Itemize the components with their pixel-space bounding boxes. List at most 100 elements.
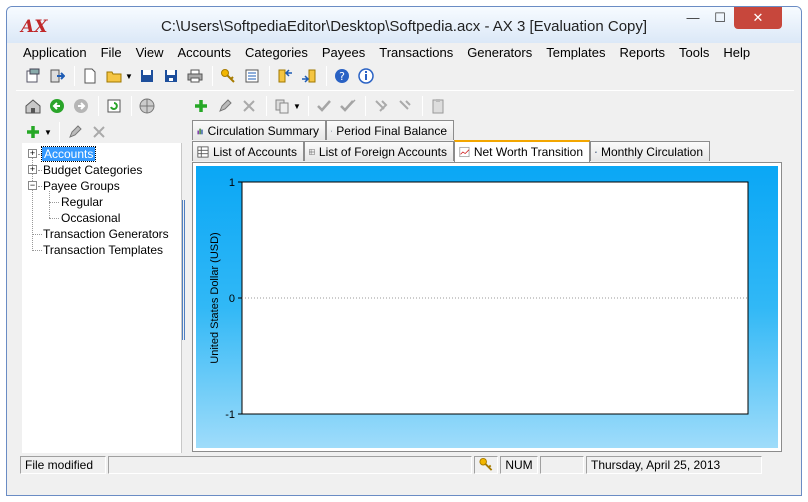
menu-file[interactable]: File bbox=[94, 43, 129, 62]
add-icon[interactable] bbox=[22, 121, 44, 143]
menu-reports[interactable]: Reports bbox=[612, 43, 672, 62]
double-check-icon[interactable] bbox=[337, 95, 359, 117]
menu-help[interactable]: Help bbox=[716, 43, 757, 62]
menu-transactions[interactable]: Transactions bbox=[372, 43, 460, 62]
svg-text:?: ? bbox=[339, 70, 345, 83]
back-arrow-icon[interactable] bbox=[46, 95, 68, 117]
menu-generators[interactable]: Generators bbox=[460, 43, 539, 62]
print-icon[interactable] bbox=[184, 65, 206, 87]
tree-item-label: Regular bbox=[61, 195, 104, 209]
help-icon[interactable]: ? bbox=[331, 65, 353, 87]
refresh-icon[interactable] bbox=[103, 95, 125, 117]
expand-toggle-icon[interactable]: + bbox=[28, 165, 37, 174]
list-icon[interactable] bbox=[241, 65, 263, 87]
tab-net-worth-transition[interactable]: Net Worth Transition bbox=[454, 140, 590, 162]
tab-label: Period Final Balance bbox=[336, 123, 447, 138]
tab-monthly-circulation[interactable]: Monthly Circulation bbox=[590, 141, 710, 161]
new-file-icon[interactable] bbox=[79, 65, 101, 87]
add-dropdown-arrow-icon[interactable]: ▼ bbox=[44, 128, 52, 137]
minimize-button[interactable]: — bbox=[679, 7, 707, 29]
y-tick-label: 0 bbox=[229, 293, 235, 305]
edit-icon[interactable] bbox=[214, 95, 236, 117]
export-icon[interactable] bbox=[298, 65, 320, 87]
delete-icon[interactable] bbox=[238, 95, 260, 117]
tab-label: List of Accounts bbox=[212, 144, 297, 159]
globe-icon[interactable] bbox=[136, 95, 158, 117]
toolbar-divider bbox=[16, 90, 794, 91]
unpin-icon[interactable] bbox=[394, 95, 416, 117]
tab-label: Net Worth Transition bbox=[473, 145, 583, 159]
tab-label: Circulation Summary bbox=[207, 123, 319, 138]
save-icon[interactable] bbox=[136, 65, 158, 87]
check-icon[interactable] bbox=[313, 95, 335, 117]
tab-list-of-accounts[interactable]: List of Accounts bbox=[192, 141, 304, 161]
save-as-icon[interactable] bbox=[160, 65, 182, 87]
toolbar-separator bbox=[58, 122, 60, 142]
delete-icon[interactable] bbox=[88, 121, 110, 143]
tree-item-label: Accounts bbox=[40, 146, 97, 162]
table-icon bbox=[309, 148, 315, 155]
tree-item-label: Transaction Generators bbox=[43, 227, 169, 241]
pin-icon[interactable] bbox=[370, 95, 392, 117]
info-icon[interactable] bbox=[355, 65, 377, 87]
tree-item-payee-groups[interactable]: Payee Groups bbox=[43, 179, 120, 194]
copy-dropdown-arrow-icon[interactable]: ▼ bbox=[293, 102, 301, 111]
status-date: Thursday, April 25, 2013 bbox=[586, 456, 762, 474]
menu-accounts[interactable]: Accounts bbox=[171, 43, 238, 62]
forward-arrow-icon[interactable] bbox=[70, 95, 92, 117]
edit-icon[interactable] bbox=[64, 121, 86, 143]
menu-tools[interactable]: Tools bbox=[672, 43, 716, 62]
tab-circulation-summary[interactable]: Circulation Summary bbox=[192, 120, 326, 140]
net-worth-chart[interactable]: United States Dollar (USD) 1 0 -1 bbox=[196, 166, 778, 448]
status-key-cell bbox=[474, 456, 498, 474]
toolbar-separator bbox=[74, 66, 75, 86]
properties-icon[interactable] bbox=[22, 65, 44, 87]
tree-item-accounts[interactable]: Accounts bbox=[40, 146, 97, 162]
bar-chart-icon bbox=[197, 128, 203, 134]
status-empty-cell bbox=[108, 456, 472, 474]
tree-line bbox=[32, 234, 42, 235]
copy-icon[interactable] bbox=[271, 95, 293, 117]
tree-line bbox=[49, 202, 59, 203]
key-icon[interactable] bbox=[217, 65, 239, 87]
open-dropdown-arrow-icon[interactable]: ▼ bbox=[125, 72, 133, 81]
bar-chart-icon bbox=[331, 130, 333, 132]
tree-line bbox=[49, 218, 59, 219]
tree-item-transaction-templates[interactable]: Transaction Templates bbox=[43, 243, 163, 258]
tree-item-budget-categories[interactable]: Budget Categories bbox=[43, 163, 142, 178]
menu-view[interactable]: View bbox=[129, 43, 171, 62]
tab-period-final-balance[interactable]: Period Final Balance bbox=[326, 120, 454, 140]
close-button[interactable]: ✕ bbox=[734, 7, 782, 29]
status-empty-cell bbox=[540, 456, 584, 474]
menu-bar: Application File View Accounts Categorie… bbox=[16, 43, 757, 62]
tree-line bbox=[49, 191, 50, 218]
exit-icon[interactable] bbox=[46, 65, 68, 87]
title-bar[interactable]: AX C:\Users\SoftpediaEditor\Desktop\Soft… bbox=[7, 7, 801, 43]
collapse-toggle-icon[interactable]: − bbox=[28, 181, 37, 190]
maximize-button[interactable]: ☐ bbox=[707, 7, 733, 29]
tree-item-regular[interactable]: Regular bbox=[61, 195, 103, 210]
tab-label: List of Foreign Accounts bbox=[318, 144, 447, 159]
splitter-handle[interactable] bbox=[182, 200, 185, 340]
navigation-tree[interactable]: + Accounts + Budget Categories − Payee G… bbox=[22, 143, 182, 453]
bar-chart-icon bbox=[595, 150, 597, 153]
menu-categories[interactable]: Categories bbox=[238, 43, 315, 62]
expand-toggle-icon[interactable]: + bbox=[28, 149, 37, 158]
status-bar: File modified NUM Thursday, April 25, 20… bbox=[20, 456, 790, 476]
toolbar-separator bbox=[307, 96, 309, 116]
menu-templates[interactable]: Templates bbox=[539, 43, 612, 62]
tab-list-of-foreign-accounts[interactable]: List of Foreign Accounts bbox=[304, 141, 454, 161]
import-icon[interactable] bbox=[274, 65, 296, 87]
tree-item-label: Occasional bbox=[61, 211, 121, 225]
tree-item-transaction-generators[interactable]: Transaction Generators bbox=[43, 227, 169, 242]
home-icon[interactable] bbox=[22, 95, 44, 117]
toolbar-separator bbox=[421, 96, 423, 116]
tree-line bbox=[38, 170, 42, 171]
open-folder-icon[interactable] bbox=[103, 65, 125, 87]
tree-item-label: Payee Groups bbox=[43, 179, 120, 193]
menu-application[interactable]: Application bbox=[16, 43, 94, 62]
paste-icon[interactable] bbox=[427, 95, 449, 117]
tree-item-occasional[interactable]: Occasional bbox=[61, 211, 120, 226]
add-icon[interactable] bbox=[190, 95, 212, 117]
menu-payees[interactable]: Payees bbox=[315, 43, 372, 62]
